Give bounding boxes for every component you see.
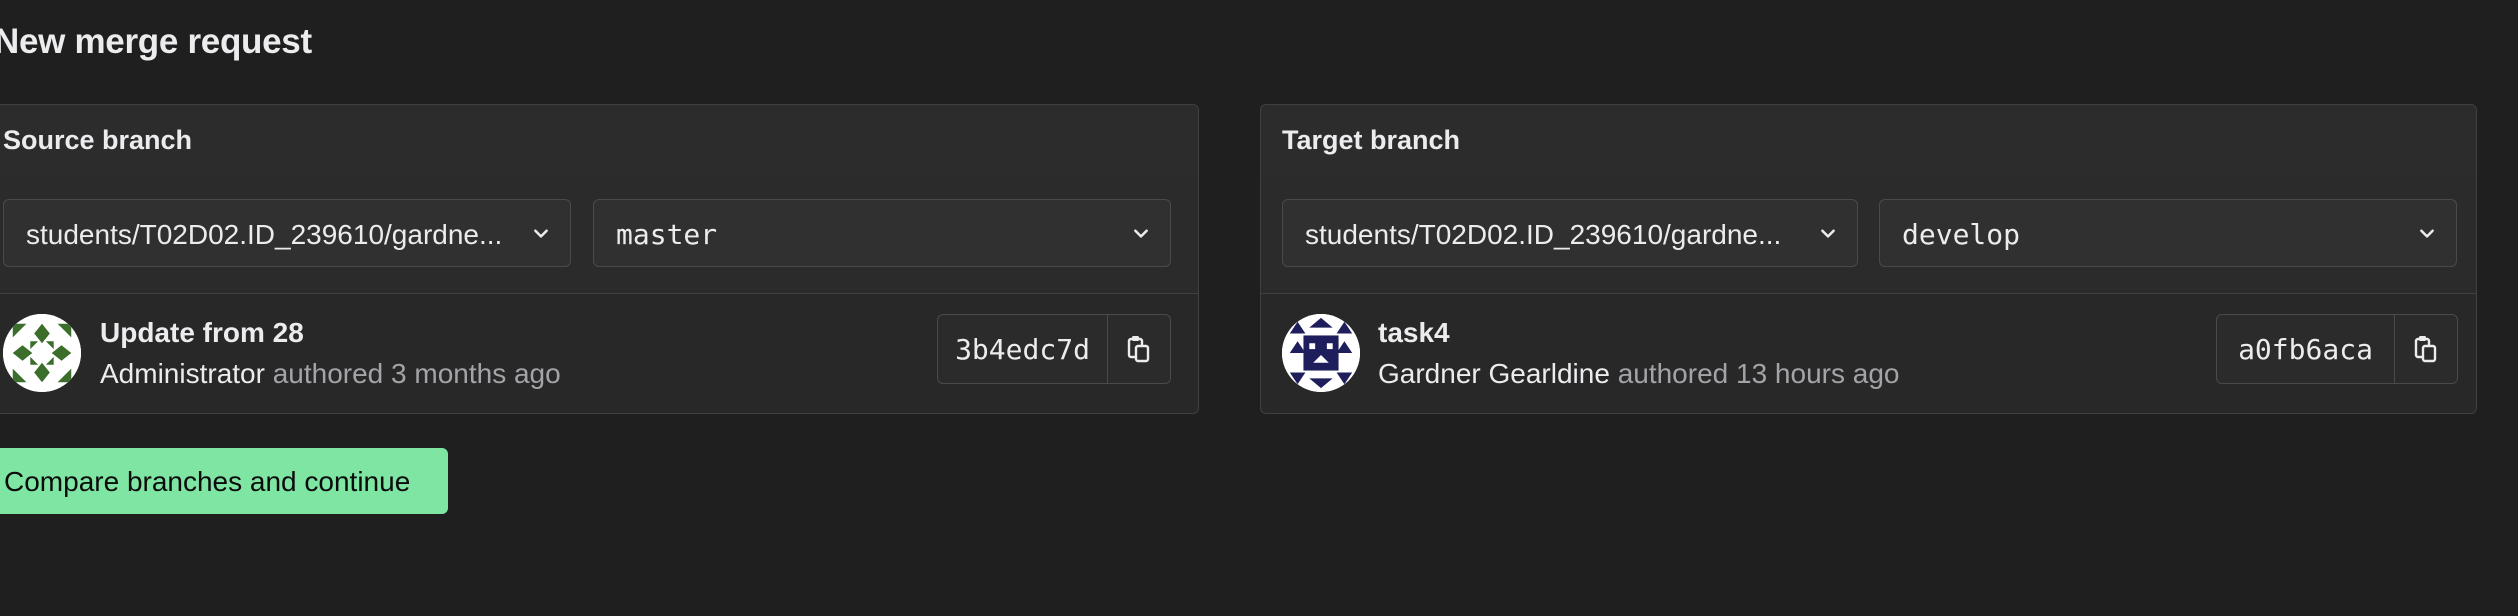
copy-to-clipboard-icon (1127, 336, 1150, 363)
source-branch-value: master (616, 218, 718, 251)
identicon-avatar-icon (1282, 314, 1360, 392)
source-sha-group: 3b4edc7d (937, 314, 1171, 384)
target-commit-title[interactable]: task4 (1378, 317, 1450, 349)
target-commit-sha[interactable]: a0fb6aca (2217, 315, 2395, 383)
source-branch-heading: Source branch (3, 125, 193, 155)
source-commit-author[interactable]: Administrator (100, 358, 265, 389)
source-commit-authored: authored 3 months ago (272, 358, 561, 389)
source-commit-sha[interactable]: 3b4edc7d (938, 315, 1108, 383)
target-commit-row: task4 Gardner Gearldine authored 13 hour… (1261, 293, 2476, 413)
source-branch-header: Source branch (0, 105, 1198, 178)
compare-branches-label: Compare branches and continue (4, 466, 411, 497)
target-branch-dropdown[interactable]: develop (1879, 199, 2457, 267)
source-project-dropdown[interactable]: students/T02D02.ID_239610/gardne... (3, 199, 571, 267)
compare-branches-button[interactable]: Compare branches and continue (0, 448, 448, 514)
copy-sha-button[interactable] (1108, 315, 1170, 383)
target-branch-heading: Target branch (1282, 125, 1461, 155)
chevron-down-icon (1821, 229, 1835, 238)
target-sha-group: a0fb6aca (2216, 314, 2458, 384)
target-commit-author[interactable]: Gardner Gearldine (1378, 358, 1610, 389)
target-project-dropdown[interactable]: students/T02D02.ID_239610/gardne... (1282, 199, 1858, 267)
target-project-value: students/T02D02.ID_239610/gardne... (1305, 219, 1782, 250)
source-project-value: students/T02D02.ID_239610/gardne... (26, 219, 503, 250)
source-commit-row: Update from 28 Administrator authored 3 … (0, 293, 1198, 413)
source-branch-panel: Source branch students/T02D02.ID_239610/… (0, 104, 1199, 414)
page-title: New merge request (0, 22, 312, 61)
identicon-avatar-icon (3, 314, 81, 392)
chevron-down-icon (2420, 229, 2434, 238)
target-branch-header: Target branch (1261, 105, 2476, 178)
avatar[interactable] (1282, 314, 1360, 392)
avatar[interactable] (3, 314, 81, 392)
target-branch-panel: Target branch students/T02D02.ID_239610/… (1260, 104, 2477, 414)
target-commit-authored: authored 13 hours ago (1617, 358, 1900, 389)
source-selects-row: students/T02D02.ID_239610/gardne... mast… (0, 177, 1198, 294)
target-branch-value: develop (1902, 218, 2021, 251)
page: New merge request Source branch students… (0, 0, 2518, 616)
target-selects-row: students/T02D02.ID_239610/gardne... deve… (1261, 177, 2476, 294)
source-commit-title[interactable]: Update from 28 (100, 317, 304, 349)
source-branch-dropdown[interactable]: master (593, 199, 1171, 267)
chevron-down-icon (1134, 229, 1148, 238)
chevron-down-icon (534, 229, 548, 238)
copy-sha-button[interactable] (2395, 315, 2457, 383)
target-commit-meta: Gardner Gearldine authored 13 hours ago (1378, 358, 1899, 390)
copy-to-clipboard-icon (2414, 336, 2437, 363)
source-commit-meta: Administrator authored 3 months ago (100, 358, 561, 390)
